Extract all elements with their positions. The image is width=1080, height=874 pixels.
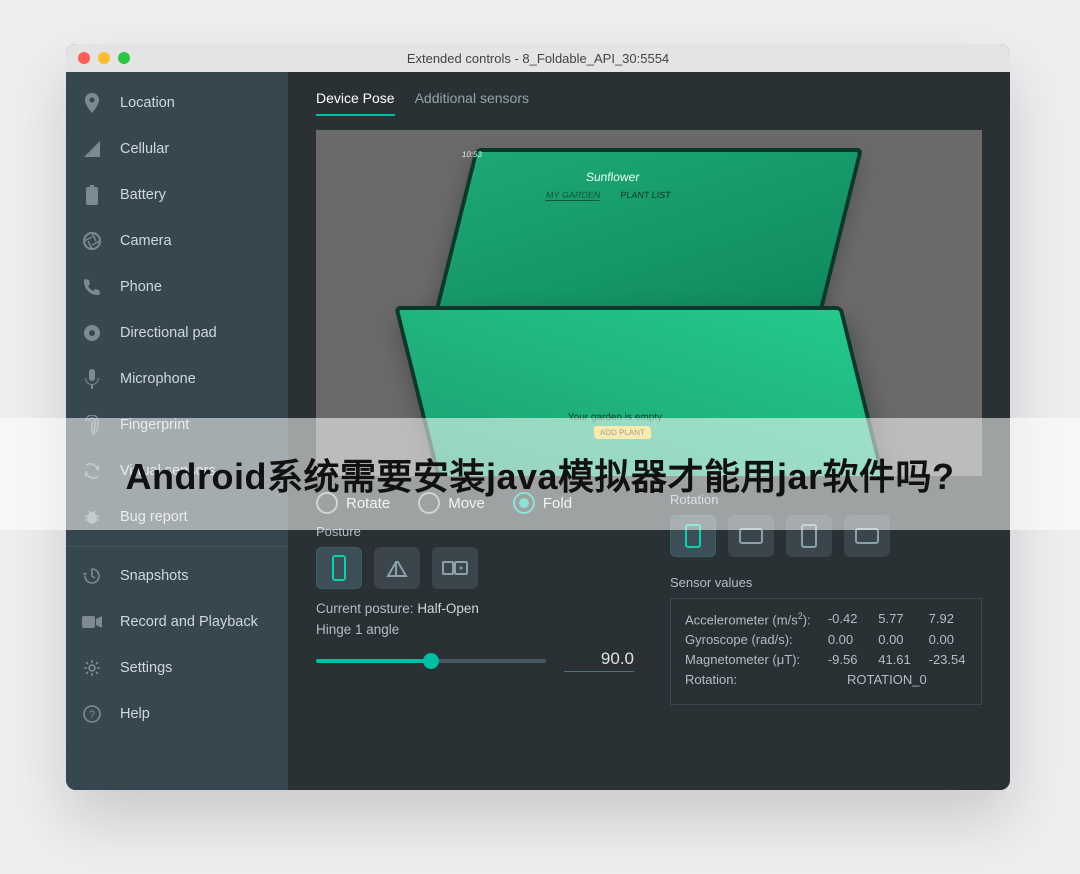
sensor-mag-y: 41.61 [878, 652, 916, 667]
hinge-row: 90.0 [316, 649, 634, 672]
tab-additional-sensors[interactable]: Additional sensors [415, 90, 529, 116]
sidebar-item-record[interactable]: Record and Playback [66, 599, 288, 645]
sensor-values-box: Accelerometer (m/s2): -0.42 5.77 7.92 Gy… [670, 598, 982, 705]
hinge-value-input[interactable]: 90.0 [564, 649, 634, 672]
sensor-accel-x: -0.42 [828, 611, 866, 627]
sidebar-item-snapshots[interactable]: Snapshots [66, 553, 288, 599]
sidebar-item-help[interactable]: ? Help [66, 691, 288, 737]
sidebar-item-battery[interactable]: Battery [66, 172, 288, 218]
posture-chip-half-open[interactable] [374, 547, 420, 589]
sidebar-item-camera[interactable]: Camera [66, 218, 288, 264]
sensor-accel-y: 5.77 [878, 611, 916, 627]
sensor-gyro-x: 0.00 [828, 632, 866, 647]
sensor-mag-x: -9.56 [828, 652, 866, 667]
videocam-icon [82, 612, 102, 632]
mic-icon [82, 369, 102, 389]
history-icon [82, 566, 102, 586]
sensor-label-gyro: Gyroscope (rad/s): [685, 632, 816, 647]
location-icon [82, 93, 102, 113]
minimize-button[interactable] [98, 52, 110, 64]
sidebar-item-label: Snapshots [120, 568, 189, 584]
sidebar-item-phone[interactable]: Phone [66, 264, 288, 310]
preview-app-tabs: MY GARDEN PLANT LIST [545, 190, 671, 201]
tab-bar: Device Pose Additional sensors [316, 90, 982, 116]
titlebar: Extended controls - 8_Foldable_API_30:55… [66, 44, 1010, 72]
hinge-slider[interactable] [316, 659, 546, 663]
tab-device-pose[interactable]: Device Pose [316, 90, 395, 116]
sidebar-item-cellular[interactable]: Cellular [66, 126, 288, 172]
sensor-row-rotation: Rotation: ROTATION_0 [685, 672, 967, 687]
sidebar-item-label: Help [120, 706, 150, 722]
preview-app-title: Sunflower [585, 170, 640, 184]
sidebar-item-label: Location [120, 95, 175, 111]
sidebar-item-label: Record and Playback [120, 614, 258, 630]
traffic-lights [78, 52, 130, 64]
sensor-gyro-y: 0.00 [878, 632, 916, 647]
sidebar-item-settings[interactable]: Settings [66, 645, 288, 691]
slider-fill [316, 659, 431, 663]
sidebar-item-label: Directional pad [120, 325, 217, 341]
posture-chip-row [316, 547, 634, 589]
close-button[interactable] [78, 52, 90, 64]
signal-icon [82, 139, 102, 159]
sensor-label-accel: Accelerometer (m/s2): [685, 611, 816, 627]
sidebar-item-microphone[interactable]: Microphone [66, 356, 288, 402]
sensor-gyro-z: 0.00 [929, 632, 967, 647]
sensor-rotation-value: ROTATION_0 [847, 672, 927, 687]
sensor-label-accel-post: ): [803, 612, 811, 627]
battery-icon [82, 185, 102, 205]
overlay-band: Android系统需要安装java模拟器才能用jar软件吗? [0, 418, 1080, 530]
sidebar-item-location[interactable]: Location [66, 80, 288, 126]
sidebar-item-label: Settings [120, 660, 172, 676]
window-title: Extended controls - 8_Foldable_API_30:55… [66, 51, 1010, 66]
window: Extended controls - 8_Foldable_API_30:55… [66, 44, 1010, 790]
shutter-icon [82, 231, 102, 251]
hinge-label: Hinge 1 angle [316, 622, 634, 637]
sidebar-item-dpad[interactable]: Directional pad [66, 310, 288, 356]
dpad-icon [82, 323, 102, 343]
posture-chip-flat[interactable] [316, 547, 362, 589]
sidebar-item-label: Battery [120, 187, 166, 203]
slider-thumb[interactable] [423, 653, 439, 669]
sidebar-item-label: Camera [120, 233, 172, 249]
svg-text:?: ? [89, 709, 95, 721]
preview-status-time: 10:53 [461, 150, 482, 159]
sensor-label-rotation: Rotation: [685, 672, 835, 687]
current-posture-value: Half-Open [417, 601, 479, 616]
phone-icon [82, 277, 102, 297]
gear-icon [82, 658, 102, 678]
preview-tab-my-garden: MY GARDEN [545, 190, 600, 201]
help-icon: ? [82, 704, 102, 724]
sensor-accel-z: 7.92 [929, 611, 967, 627]
sensor-label-mag: Magnetometer (μT): [685, 652, 816, 667]
sensor-row-gyro: Gyroscope (rad/s): 0.00 0.00 0.00 [685, 632, 967, 647]
sensor-row-accel: Accelerometer (m/s2): -0.42 5.77 7.92 [685, 611, 967, 627]
sensor-mag-z: -23.54 [929, 652, 967, 667]
sidebar-item-label: Microphone [120, 371, 196, 387]
current-posture-label: Current posture: [316, 601, 414, 616]
sensor-label-accel-pre: Accelerometer (m/s [685, 612, 798, 627]
preview-tab-plant-list: PLANT LIST [620, 190, 672, 201]
device-top-half [433, 148, 863, 318]
sensor-values-heading: Sensor values [670, 575, 982, 590]
current-posture-line: Current posture: Half-Open [316, 601, 634, 616]
sensor-row-mag: Magnetometer (μT): -9.56 41.61 -23.54 [685, 652, 967, 667]
zoom-button[interactable] [118, 52, 130, 64]
posture-chip-tabletop[interactable] [432, 547, 478, 589]
sidebar-item-label: Phone [120, 279, 162, 295]
overlay-text: Android系统需要安装java模拟器才能用jar软件吗? [125, 448, 954, 500]
sidebar-divider [66, 546, 288, 547]
sidebar-item-label: Cellular [120, 141, 169, 157]
